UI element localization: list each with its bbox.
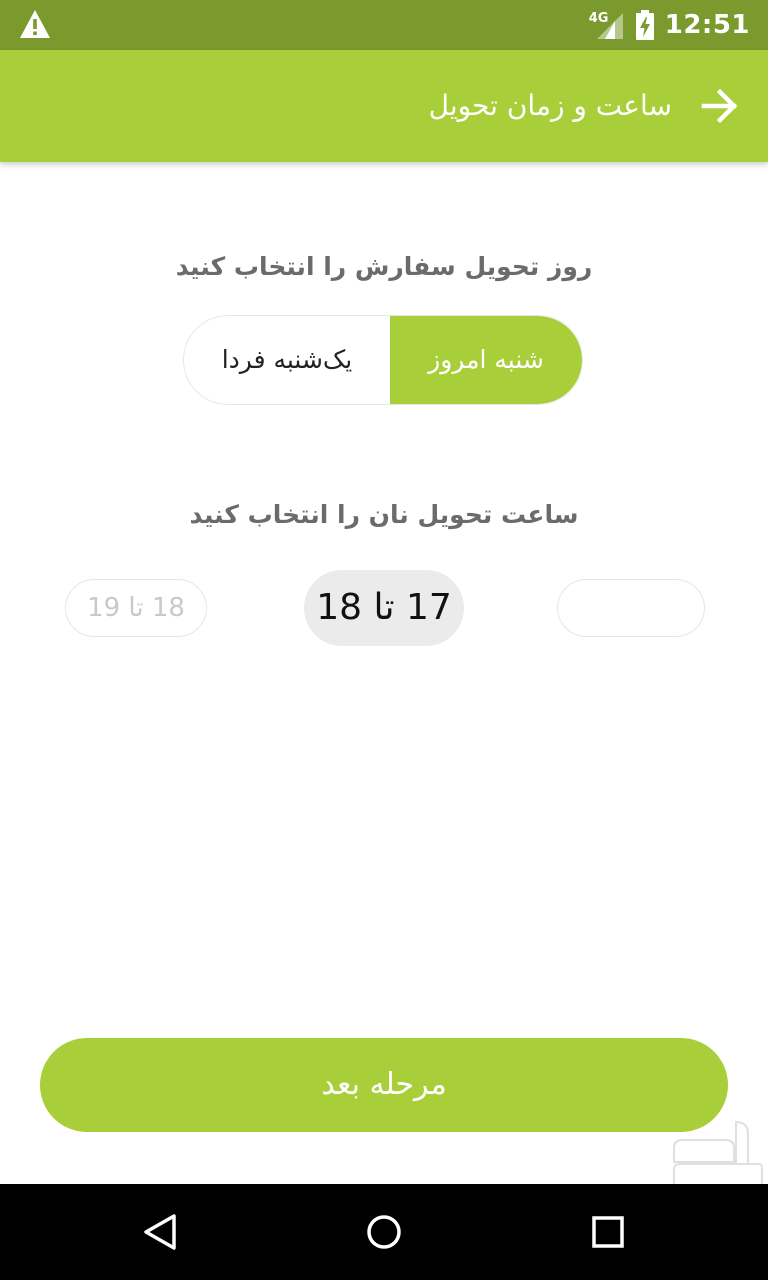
day-option-tomorrow[interactable]: یک‌شنبه فردا — [184, 316, 390, 404]
time-slot-18-19[interactable]: 18 تا 19 — [66, 580, 206, 636]
status-bar: 4G 12:51 — [0, 0, 768, 50]
day-option-today[interactable]: شنبه امروز — [390, 316, 582, 404]
network-signal-icon: 4G — [589, 9, 625, 41]
delivery-time-title: ساعت تحویل نان را انتخاب کنید — [189, 500, 579, 529]
delivery-day-toggle: یک‌شنبه فردا شنبه امروز — [184, 316, 582, 404]
battery-charging-icon — [635, 10, 654, 40]
nav-home-icon[interactable] — [364, 1212, 404, 1252]
delivery-day-title: روز تحویل سفارش را انتخاب کنید — [175, 252, 593, 281]
nav-recent-apps-icon[interactable] — [590, 1214, 626, 1250]
arrow-right-icon[interactable] — [700, 88, 740, 124]
warning-icon — [20, 10, 50, 38]
next-step-button[interactable]: مرحله بعد — [40, 1038, 728, 1132]
status-time: 12:51 — [664, 10, 750, 40]
time-slot-empty[interactable] — [558, 580, 704, 636]
page-title: ساعت و زمان تحویل — [428, 89, 672, 122]
time-slot-17-18[interactable]: 17 تا 18 — [304, 570, 464, 646]
nav-back-icon[interactable] — [140, 1212, 180, 1252]
app-bar: ساعت و زمان تحویل — [0, 50, 768, 162]
